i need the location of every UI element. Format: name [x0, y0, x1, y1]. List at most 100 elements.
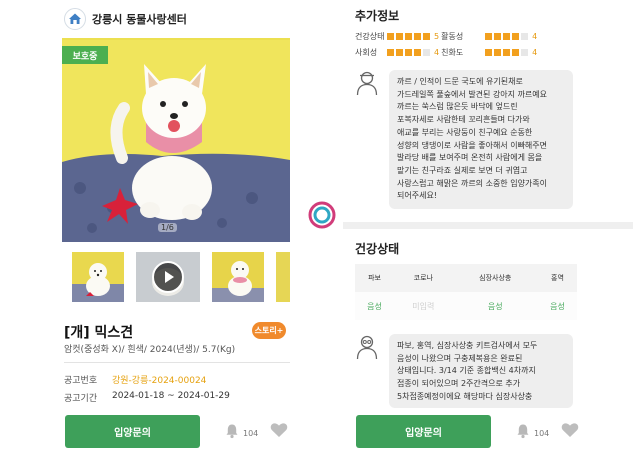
health-note-line: 음성이 나왔으며 구충제복용은 완료된	[397, 353, 523, 363]
story-plus-button[interactable]: 스토리+	[252, 322, 286, 339]
bar-filled	[387, 48, 394, 56]
bar-filled	[405, 48, 412, 56]
shelter-logo-icon	[64, 8, 86, 30]
rating-bars	[387, 32, 430, 40]
health-title: 건강상태	[355, 242, 400, 256]
like-count: 104	[243, 428, 259, 438]
story-bubble: 까르 / 인적이 드문 국도에 유기된채로 가드레일쪽 풀숲에서 발견된 강아지…	[389, 70, 573, 210]
health-header: 파보	[355, 264, 395, 292]
story-line: 까르는 쑥스럼 많은듯 바닥에 엎드린	[397, 102, 518, 112]
bar-filled	[414, 48, 421, 56]
bar-filled	[503, 32, 511, 40]
photo-counter: 1/6	[158, 223, 177, 232]
video-thumbnail[interactable]	[136, 252, 200, 302]
bar-filled	[396, 32, 403, 40]
story-line: 포복자세로 사람한테 꼬리흔들며 다가와	[397, 115, 530, 125]
stat-value: 5	[434, 31, 440, 41]
bar-empty	[521, 48, 529, 56]
photo-thumbnails	[72, 252, 290, 302]
story-line: 성향의 댕댕이로 사람을 좋아해서 이빠해주면	[397, 140, 548, 150]
bottom-action-bar: 입양문의 104	[343, 415, 633, 449]
story-line: 맡기는 친구라죠 실제로 보면 더 귀엽고	[397, 165, 528, 175]
bottom-action-bar: 입양문의 104	[52, 415, 342, 449]
pet-detail-scrolled-screen: 추가정보 건강상태 5 활동성 4 사회성 4 친화도 4 까르 / 인적이 드…	[343, 0, 633, 451]
bar-filled	[414, 32, 421, 40]
story-line: 사랑스럽고 해맑은 까르의 소중한 입양가족이	[397, 178, 548, 188]
bar-filled	[512, 48, 520, 56]
rating-bars	[485, 32, 529, 40]
status-badge: 보호중	[62, 46, 108, 64]
thumbnail[interactable]	[72, 252, 124, 302]
rating-bars	[387, 48, 430, 56]
health-value: 음성	[537, 292, 577, 320]
shelter-name: 강릉시 동물사랑센터	[92, 13, 187, 26]
pet-detail-screen: 강릉시 동물사랑센터 1/6 보호중 [개] 믹스견 스토리+ 암컷(중성화 X…	[52, 0, 342, 451]
notification-toggle[interactable]: 104	[224, 423, 258, 443]
stat-value: 4	[532, 31, 538, 41]
bar-filled	[405, 32, 412, 40]
health-header-row: 파보 코로나 심장사상충 홍역	[355, 264, 577, 292]
section-divider	[343, 222, 633, 229]
bar-filled	[512, 32, 520, 40]
bell-icon[interactable]	[224, 423, 240, 443]
shelter-header[interactable]: 강릉시 동물사랑센터	[64, 7, 187, 31]
health-note-line: 접종이 되어있으며 2주간격으로 추가	[397, 379, 521, 389]
main-pet-photo[interactable]: 1/6	[62, 38, 290, 242]
rating-bars	[485, 48, 529, 56]
bar-filled	[485, 48, 493, 56]
stat-row: 건강상태 5 활동성 4	[355, 30, 539, 42]
health-comment: 파보, 홍역, 심장사상충 키트검사에서 모두 음성이 나왔으며 구충제복용은 …	[355, 334, 573, 408]
bar-filled	[485, 32, 493, 40]
pet-description: 암컷(중성화 X)/ 흰색/ 2024(년생)/ 5.7(Kg)	[64, 345, 236, 355]
like-count: 104	[534, 428, 550, 438]
extra-info-title: 추가정보	[355, 9, 400, 23]
adopt-inquiry-button[interactable]: 입양문의	[356, 415, 491, 448]
stat-label: 건강상태	[355, 31, 385, 41]
adopt-inquiry-button[interactable]: 입양문의	[65, 415, 200, 448]
notice-number-row: 공고번호 강원-강릉-2024-00024	[64, 373, 206, 386]
health-note-line: 파보, 홍역, 심장사상충 키트검사에서 모두	[397, 341, 538, 350]
health-table: 파보 코로나 심장사상충 홍역 음성 미입력 음성 음성	[355, 264, 577, 320]
bar-filled	[387, 32, 394, 40]
story-line: 애교를 부리는 사랑둥이 친구예요 순동한	[397, 127, 533, 137]
stat-value: 4	[532, 47, 538, 57]
health-header: 코로나	[394, 264, 453, 292]
play-icon[interactable]	[152, 261, 184, 293]
notice-period: 2024-01-18 ~ 2024-01-29	[112, 391, 230, 401]
story-line: 발라당 배를 보여주며 온전히 사람에게 몸을	[397, 153, 543, 163]
bar-filled	[494, 48, 502, 56]
bar-empty	[521, 32, 529, 40]
staff-avatar-icon	[355, 70, 379, 96]
info-label: 공고번호	[64, 376, 98, 386]
stat-name: 친화도	[441, 47, 464, 57]
ribbon-icon[interactable]	[307, 200, 337, 234]
heart-icon[interactable]	[270, 422, 288, 442]
notice-number: 강원-강릉-2024-00024	[112, 376, 207, 386]
bar-filled	[396, 48, 403, 56]
stat-row: 사회성 4 친화도 4	[355, 46, 539, 58]
vet-avatar-icon	[355, 334, 379, 360]
thumbnail[interactable]	[276, 252, 290, 302]
story-comment: 까르 / 인적이 드문 국도에 유기된채로 가드레일쪽 풀숲에서 발견된 강아지…	[355, 70, 573, 210]
health-header: 심장사상충	[452, 264, 538, 292]
stat-label: 사회성	[355, 47, 378, 57]
thumbnail[interactable]	[212, 252, 264, 302]
heart-icon[interactable]	[561, 422, 579, 442]
story-line: 되어주세요!	[397, 191, 438, 201]
notification-toggle[interactable]: 104	[515, 423, 549, 443]
health-note-line: 5차접종예정이에요 해당마다 심장사상충	[397, 391, 533, 401]
health-value: 미입력	[394, 292, 453, 320]
bar-filled	[423, 32, 430, 40]
bar-filled	[503, 48, 511, 56]
health-note-line: 상태입니다. 3/14 기준 종합백신 4차까지	[397, 366, 536, 376]
divider	[64, 362, 290, 363]
health-value-row: 음성 미입력 음성 음성	[355, 292, 577, 320]
pet-title: [개] 믹스견	[64, 325, 134, 341]
info-label: 공고기간	[64, 394, 98, 404]
health-value: 음성	[355, 292, 395, 320]
bell-icon[interactable]	[515, 423, 531, 443]
health-header: 홍역	[537, 264, 577, 292]
bar-empty	[423, 48, 430, 56]
bar-filled	[494, 32, 502, 40]
health-bubble: 파보, 홍역, 심장사상충 키트검사에서 모두 음성이 나왔으며 구충제복용은 …	[389, 334, 573, 408]
